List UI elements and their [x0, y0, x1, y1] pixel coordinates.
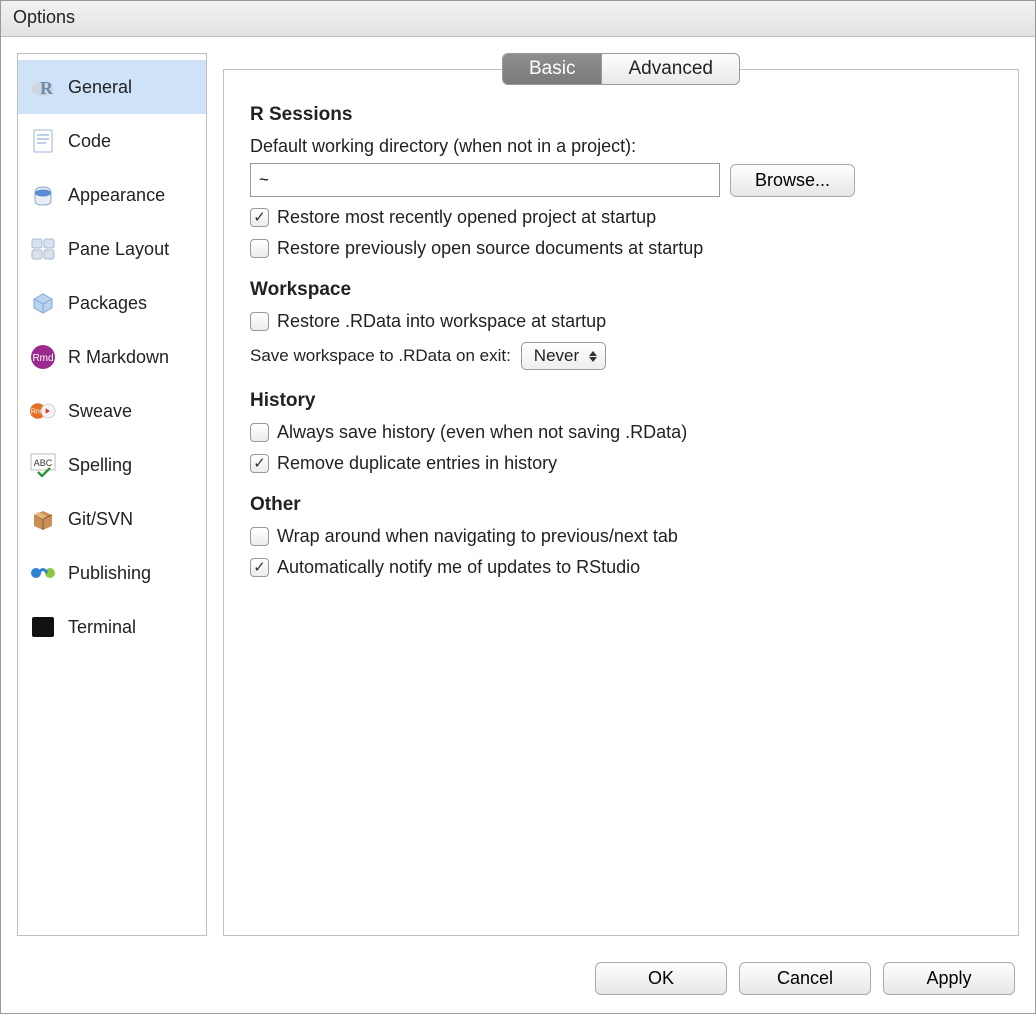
sidebar-item-terminal[interactable]: Terminal: [18, 600, 206, 654]
sidebar-item-spelling[interactable]: ABC Spelling: [18, 438, 206, 492]
ok-button[interactable]: OK: [595, 962, 727, 995]
sidebar-item-label: Terminal: [68, 617, 136, 638]
sidebar-item-label: Sweave: [68, 401, 132, 422]
grid-icon: [30, 236, 56, 262]
sidebar-item-rmarkdown[interactable]: Rmd R Markdown: [18, 330, 206, 384]
heading-r-sessions: R Sessions: [250, 104, 992, 126]
checkbox-notify-updates[interactable]: [250, 558, 269, 577]
sidebar-item-pane-layout[interactable]: Pane Layout: [18, 222, 206, 276]
rmd-icon: Rmd: [30, 344, 56, 370]
apply-button[interactable]: Apply: [883, 962, 1015, 995]
window-title: Options: [13, 7, 75, 27]
box-icon: [30, 290, 56, 316]
checkbox-restore-docs[interactable]: [250, 239, 269, 258]
checkbox-label: Wrap around when navigating to previous/…: [277, 526, 678, 547]
checkbox-label: Restore most recently opened project at …: [277, 207, 656, 228]
dialog-footer: OK Cancel Apply: [1, 952, 1035, 1013]
sidebar-item-label: Appearance: [68, 185, 165, 206]
checkbox-label: Restore .RData into workspace at startup: [277, 311, 606, 332]
sidebar-item-publishing[interactable]: Publishing: [18, 546, 206, 600]
sidebar-item-label: Packages: [68, 293, 147, 314]
checkbox-restore-rdata[interactable]: [250, 312, 269, 331]
defaultwd-label: Default working directory (when not in a…: [250, 136, 992, 157]
svg-text:Rmd: Rmd: [32, 353, 53, 364]
tab-bar: Basic Advanced: [223, 53, 1019, 85]
checkbox-always-save-history[interactable]: [250, 423, 269, 442]
heading-history: History: [250, 390, 992, 412]
sidebar-item-code[interactable]: Code: [18, 114, 206, 168]
settings-panel: R Sessions Default working directory (wh…: [223, 69, 1019, 936]
terminal-icon: [30, 614, 56, 640]
cancel-button[interactable]: Cancel: [739, 962, 871, 995]
sidebar-item-label: Spelling: [68, 455, 132, 476]
spellcheck-icon: ABC: [30, 452, 56, 478]
publish-icon: [30, 560, 56, 586]
sidebar-item-label: Publishing: [68, 563, 151, 584]
save-on-exit-select[interactable]: Never: [521, 342, 606, 370]
checkbox-remove-dup-history[interactable]: [250, 454, 269, 473]
sidebar-item-label: R Markdown: [68, 347, 169, 368]
checkbox-wrap-tabs[interactable]: [250, 527, 269, 546]
checkbox-label: Automatically notify me of updates to RS…: [277, 557, 640, 578]
checkbox-restore-project[interactable]: [250, 208, 269, 227]
document-icon: [30, 128, 56, 154]
sidebar-item-appearance[interactable]: Appearance: [18, 168, 206, 222]
paint-bucket-icon: [30, 182, 56, 208]
updown-caret-icon: [589, 351, 597, 362]
sidebar-item-label: Git/SVN: [68, 509, 133, 530]
content-area: R General Code Appearance Pane Layout: [1, 37, 1035, 952]
svg-text:ABC: ABC: [34, 458, 53, 468]
sidebar-item-general[interactable]: R General: [18, 60, 206, 114]
tab-advanced[interactable]: Advanced: [602, 54, 739, 84]
sidebar-item-packages[interactable]: Packages: [18, 276, 206, 330]
r-logo-icon: R: [30, 74, 56, 100]
defaultwd-input[interactable]: [250, 163, 720, 197]
save-on-exit-label: Save workspace to .RData on exit:: [250, 346, 511, 366]
checkbox-label: Restore previously open source documents…: [277, 238, 703, 259]
sidebar-item-label: Code: [68, 131, 111, 152]
window-titlebar: Options: [1, 1, 1035, 37]
carton-icon: [30, 506, 56, 532]
checkbox-label: Always save history (even when not savin…: [277, 422, 687, 443]
sidebar-item-label: General: [68, 77, 132, 98]
sidebar-item-label: Pane Layout: [68, 239, 169, 260]
select-value: Never: [534, 346, 579, 366]
tab-basic[interactable]: Basic: [503, 54, 602, 84]
browse-button[interactable]: Browse...: [730, 164, 855, 197]
svg-text:R: R: [40, 78, 54, 98]
sidebar: R General Code Appearance Pane Layout: [17, 53, 207, 936]
checkbox-label: Remove duplicate entries in history: [277, 453, 557, 474]
sweave-icon: Rnw: [30, 398, 56, 424]
heading-other: Other: [250, 494, 992, 516]
main-panel: Basic Advanced R Sessions Default workin…: [223, 53, 1019, 936]
heading-workspace: Workspace: [250, 279, 992, 301]
sidebar-item-git-svn[interactable]: Git/SVN: [18, 492, 206, 546]
sidebar-item-sweave[interactable]: Rnw Sweave: [18, 384, 206, 438]
